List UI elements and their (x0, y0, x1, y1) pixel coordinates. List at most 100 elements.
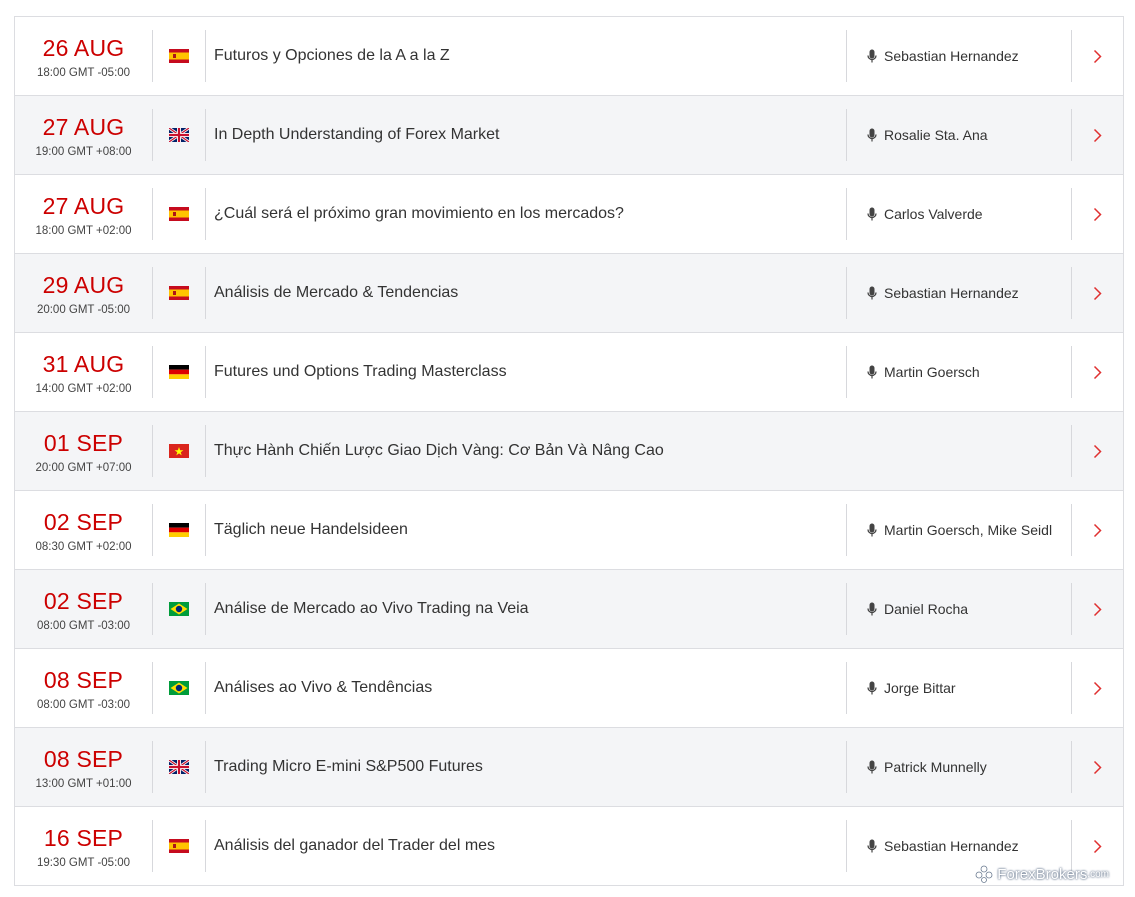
microphone-icon (867, 602, 877, 615)
speaker-name: Martin Goersch, Mike Seidl (884, 522, 1053, 538)
event-time: 08:00 GMT -03:00 (36, 619, 131, 632)
event-speaker: Daniel Rocha (847, 570, 1071, 648)
event-title[interactable]: Trading Micro E-mini S&P500 Futures (206, 728, 846, 806)
microphone-icon (867, 49, 877, 62)
uk-flag-icon (153, 728, 205, 806)
event-speaker: Sebastian Hernandez (847, 254, 1071, 332)
event-day: 27 AUG (42, 113, 125, 140)
event-day: 31 AUG (42, 350, 125, 377)
chevron-right-icon[interactable] (1093, 602, 1102, 617)
event-title[interactable]: Futures und Options Trading Masterclass (206, 333, 846, 411)
event-date: 02 SEP 08:30 GMT +02:00 (15, 491, 152, 569)
event-speaker: Rosalie Sta. Ana (847, 96, 1071, 174)
event-title[interactable]: Thực Hành Chiến Lược Giao Dịch Vàng: Cơ … (206, 412, 846, 490)
chevron-right-icon[interactable] (1093, 523, 1102, 538)
webinar-row[interactable]: 27 AUG 19:00 GMT +08:00 In Depth Understan… (15, 96, 1123, 175)
event-speaker: Patrick Munnelly (847, 728, 1071, 806)
forexbrokers-watermark: ForexBrokers .com (974, 865, 1109, 883)
event-day: 02 SEP (43, 587, 124, 614)
spain-flag-icon (153, 254, 205, 332)
event-date: 27 AUG 18:00 GMT +02:00 (15, 175, 152, 253)
uk-flag-icon (153, 96, 205, 174)
chevron-right-icon[interactable] (1093, 839, 1102, 854)
event-day: 01 SEP (43, 429, 124, 456)
chevron-right-icon[interactable] (1093, 444, 1102, 459)
speaker-name: Sebastian Hernandez (884, 48, 1019, 64)
event-day: 29 AUG (42, 271, 125, 298)
event-title[interactable]: Análises ao Vivo & Tendências (206, 649, 846, 727)
chevron-right-icon[interactable] (1093, 128, 1102, 143)
chevron-right-icon[interactable] (1093, 49, 1102, 64)
event-time: 08:30 GMT +02:00 (35, 540, 132, 553)
event-title[interactable]: ¿Cuál será el próximo gran movimiento en… (206, 175, 846, 253)
event-title[interactable]: Análisis del ganador del Trader del mes (206, 807, 846, 885)
event-time: 14:00 GMT +02:00 (35, 382, 132, 395)
webinar-row[interactable]: 08 SEP 13:00 GMT +01:00 Trading Micro E-mi… (15, 728, 1123, 807)
spain-flag-icon (153, 175, 205, 253)
open-event-button[interactable] (1072, 412, 1123, 490)
microphone-icon (867, 286, 877, 299)
webinar-row[interactable]: 26 AUG 18:00 GMT -05:00 Futuros y Opciones… (15, 17, 1123, 96)
event-title[interactable]: Análise de Mercado ao Vivo Trading na Ve… (206, 570, 846, 648)
open-event-button[interactable] (1072, 570, 1123, 648)
event-day: 08 SEP (43, 745, 124, 772)
webinar-row[interactable]: 02 SEP 08:00 GMT -03:00 Análise de Mercado… (15, 570, 1123, 649)
chevron-right-icon[interactable] (1093, 760, 1102, 775)
brazil-flag-icon (153, 649, 205, 727)
event-date: 08 SEP 13:00 GMT +01:00 (15, 728, 152, 806)
microphone-icon (867, 523, 877, 536)
event-date: 02 SEP 08:00 GMT -03:00 (15, 570, 152, 648)
event-speaker: Jorge Bittar (847, 649, 1071, 727)
event-time: 18:00 GMT -05:00 (36, 66, 131, 79)
chevron-right-icon[interactable] (1093, 207, 1102, 222)
webinar-row[interactable]: 31 AUG 14:00 GMT +02:00 Futures und Option… (15, 333, 1123, 412)
event-time: 19:00 GMT +08:00 (35, 145, 132, 158)
event-time: 19:30 GMT -05:00 (36, 856, 131, 869)
event-title[interactable]: In Depth Understanding of Forex Market (206, 96, 846, 174)
event-title[interactable]: Futuros y Opciones de la A a la Z (206, 17, 846, 95)
event-speaker: Sebastian Hernandez (847, 17, 1071, 95)
open-event-button[interactable] (1072, 17, 1123, 95)
microphone-icon (867, 365, 877, 378)
webinar-row[interactable]: 16 SEP 19:30 GMT -05:00 Análisis del ganad… (15, 807, 1123, 886)
event-day: 02 SEP (43, 508, 124, 535)
event-date: 31 AUG 14:00 GMT +02:00 (15, 333, 152, 411)
event-speaker: Martin Goersch, Mike Seidl (847, 491, 1071, 569)
webinar-row[interactable]: 29 AUG 20:00 GMT -05:00 Análisis de Mercad… (15, 254, 1123, 333)
chevron-right-icon[interactable] (1093, 286, 1102, 301)
brazil-flag-icon (153, 570, 205, 648)
event-day: 26 AUG (42, 34, 125, 61)
chevron-right-icon[interactable] (1093, 681, 1102, 696)
microphone-icon (867, 207, 877, 220)
event-date: 26 AUG 18:00 GMT -05:00 (15, 17, 152, 95)
webinar-row[interactable]: 08 SEP 08:00 GMT -03:00 Análises ao Vivo &… (15, 649, 1123, 728)
open-event-button[interactable] (1072, 649, 1123, 727)
speaker-name: Rosalie Sta. Ana (884, 127, 988, 143)
speaker-name: Sebastian Hernandez (884, 838, 1019, 854)
event-day: 16 SEP (43, 824, 124, 851)
open-event-button[interactable] (1072, 333, 1123, 411)
event-time: 13:00 GMT +01:00 (35, 777, 132, 790)
open-event-button[interactable] (1072, 491, 1123, 569)
webinar-list: 26 AUG 18:00 GMT -05:00 Futuros y Opciones… (14, 16, 1124, 886)
event-time: 08:00 GMT -03:00 (36, 698, 131, 711)
open-event-button[interactable] (1072, 175, 1123, 253)
webinar-row[interactable]: 02 SEP 08:30 GMT +02:00 Täglich neue Hande… (15, 491, 1123, 570)
forexbrokers-logo-icon (975, 865, 993, 883)
open-event-button[interactable] (1072, 728, 1123, 806)
chevron-right-icon[interactable] (1093, 365, 1102, 380)
germany-flag-icon (153, 491, 205, 569)
webinar-row[interactable]: 27 AUG 18:00 GMT +02:00 ¿Cuál será el próx… (15, 175, 1123, 254)
speaker-name: Daniel Rocha (884, 601, 969, 617)
event-speaker: Carlos Valverde (847, 175, 1071, 253)
microphone-icon (867, 839, 877, 852)
event-date: 08 SEP 08:00 GMT -03:00 (15, 649, 152, 727)
event-date: 29 AUG 20:00 GMT -05:00 (15, 254, 152, 332)
event-date: 16 SEP 19:30 GMT -05:00 (15, 807, 152, 885)
open-event-button[interactable] (1072, 96, 1123, 174)
open-event-button[interactable] (1072, 254, 1123, 332)
speaker-name: Jorge Bittar (884, 680, 956, 696)
webinar-row[interactable]: 01 SEP 20:00 GMT +07:00 Thực Hành Chiến Lư… (15, 412, 1123, 491)
event-title[interactable]: Täglich neue Handelsideen (206, 491, 846, 569)
event-title[interactable]: Análisis de Mercado & Tendencias (206, 254, 846, 332)
